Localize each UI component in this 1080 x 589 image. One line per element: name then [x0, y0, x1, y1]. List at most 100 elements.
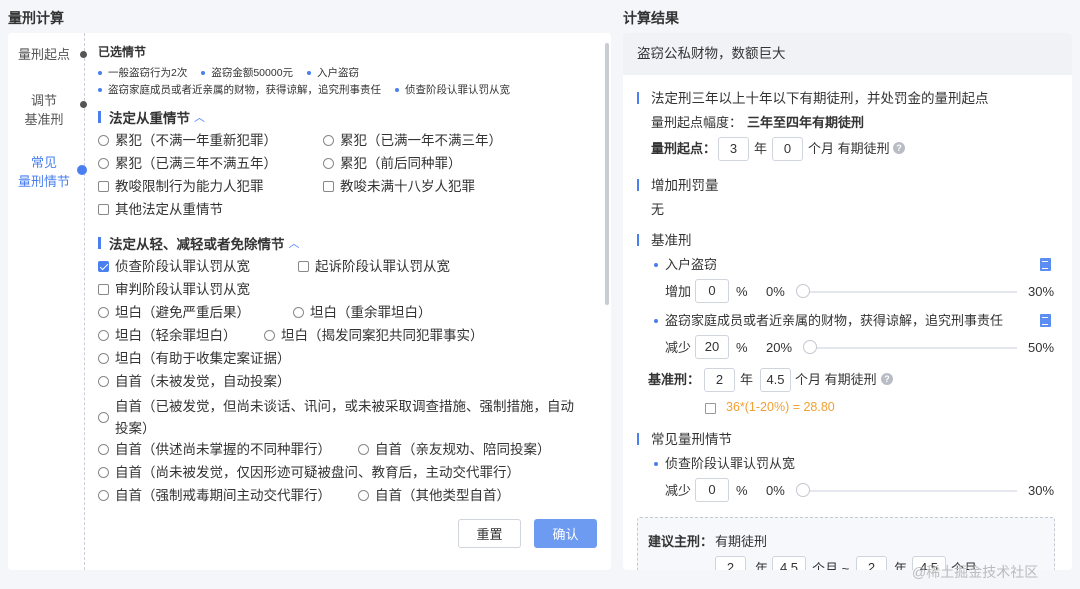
option-label: 自首（尚未被发觉，仅因形迹可疑被盘问、教育后，主动交代罪行） — [115, 465, 520, 480]
option-radio[interactable]: 自首（已被发觉，但尚未谈话、讯问，或未被采取调查措施、强制措施，自动投案） — [98, 395, 603, 440]
base-months-input[interactable]: 4.5 — [760, 368, 791, 392]
radio-icon[interactable] — [358, 444, 369, 455]
year-unit: 年 — [740, 372, 754, 387]
slider-knob[interactable] — [796, 284, 810, 298]
radio-icon[interactable] — [98, 353, 109, 364]
radio-icon[interactable] — [98, 307, 109, 318]
checkbox-checked-icon[interactable] — [98, 261, 109, 272]
start-years-input[interactable]: 3 — [718, 137, 749, 161]
option-radio[interactable]: 累犯（不满一年重新犯罪） — [98, 131, 303, 150]
scrollbar[interactable] — [605, 43, 609, 305]
increase-title: 增加刑罚量 — [651, 178, 719, 193]
option-label: 坦白（轻余罪坦白） — [115, 328, 237, 343]
document-icon[interactable] — [1040, 314, 1051, 327]
reset-button[interactable]: 重置 — [458, 519, 521, 548]
circumstances-list: 已选情节 一般盗窃行为2次 盗窃金额50000元 入户盗窃 盗窃家庭成员或者近亲… — [98, 43, 603, 505]
checkbox-icon[interactable] — [323, 181, 334, 192]
help-icon[interactable]: ? — [893, 142, 905, 154]
item3-slider[interactable] — [801, 490, 1017, 492]
start-months-input[interactable]: 0 — [772, 137, 803, 161]
option-radio[interactable]: 坦白（重余罪坦白） — [293, 303, 432, 322]
checkbox-icon[interactable] — [98, 284, 109, 295]
option-radio[interactable]: 坦白（揭发同案犯共同犯罪事实） — [264, 326, 484, 345]
item1-slider[interactable] — [801, 291, 1017, 293]
selected-tag: 侦查阶段认罪认罚从宽 — [395, 83, 510, 97]
slider-knob[interactable] — [796, 483, 810, 497]
option-label: 累犯（已满三年不满五年） — [115, 156, 277, 171]
item2-slider[interactable] — [808, 347, 1017, 349]
option-radio[interactable]: 累犯（已满三年不满五年） — [98, 154, 303, 173]
option-radio[interactable]: 累犯（已满一年不满三年） — [323, 131, 502, 150]
item-percent-input[interactable]: 0 — [695, 478, 729, 502]
month-unit: 个月 有期徒刑 — [795, 372, 877, 387]
checkbox-icon[interactable] — [98, 181, 109, 192]
base-years-input[interactable]: 2 — [704, 368, 735, 392]
item-percent-input[interactable]: 0 — [695, 279, 729, 303]
checkbox-icon[interactable] — [98, 204, 109, 215]
step-start-point[interactable]: 量刑起点 — [8, 45, 80, 64]
option-radio[interactable]: 坦白（避免严重后果） — [98, 303, 273, 322]
chevron-up-icon[interactable]: ︿ — [289, 235, 300, 251]
common-title: 常见量刑情节 — [651, 432, 732, 447]
section-bar — [637, 433, 639, 445]
document-icon[interactable] — [1040, 258, 1051, 271]
radio-icon[interactable] — [98, 135, 109, 146]
radio-icon[interactable] — [98, 330, 109, 341]
option-radio[interactable]: 坦白（有助于收集定案证据） — [98, 349, 291, 368]
radio-icon[interactable] — [358, 490, 369, 501]
radio-icon[interactable] — [98, 158, 109, 169]
section-bar — [637, 179, 639, 191]
suggest-years-max-input[interactable]: 2 — [856, 556, 887, 570]
radio-icon[interactable] — [98, 412, 109, 423]
option-checkbox[interactable]: 其他法定从重情节 — [98, 200, 223, 219]
option-checkbox[interactable]: 教唆限制行为能力人犯罪 — [98, 177, 303, 196]
radio-icon[interactable] — [98, 444, 109, 455]
tag-label: 盗窃金额50000元 — [211, 67, 294, 79]
option-radio[interactable]: 累犯（前后同种罪） — [323, 154, 462, 173]
option-label: 其他法定从重情节 — [115, 202, 223, 217]
suggest-months-min-input[interactable]: 4.5 — [772, 556, 806, 570]
item-label: 入户盗窃 — [665, 257, 718, 272]
option-checkbox[interactable]: 侦查阶段认罪认罚从宽 — [98, 257, 278, 276]
option-radio[interactable]: 自首（供述尚未掌握的不同种罪行） — [98, 440, 338, 459]
step-common-circumstances[interactable]: 常见 量刑情节 — [8, 153, 80, 191]
suggest-years-min-input[interactable]: 2 — [715, 556, 746, 570]
chevron-up-icon[interactable]: ︿ — [194, 109, 205, 125]
item-op: 增加 — [665, 284, 692, 299]
item-op: 减少 — [665, 340, 692, 355]
result-panel: 盗窃公私财物，数额巨大 法定刑三年以上十年以下有期徒刑，并处罚金的量刑起点 量刑… — [623, 33, 1072, 570]
radio-icon[interactable] — [323, 135, 334, 146]
radio-icon[interactable] — [98, 490, 109, 501]
slider-knob[interactable] — [803, 340, 817, 354]
option-radio[interactable]: 自首（亲友规劝、陪同投案） — [358, 440, 551, 459]
option-radio[interactable]: 坦白（轻余罪坦白） — [98, 326, 244, 345]
confirm-button[interactable]: 确认 — [534, 519, 597, 548]
radio-icon[interactable] — [98, 467, 109, 478]
watermark: @稀土掘金技术社区 — [912, 564, 1039, 580]
option-label: 累犯（前后同种罪） — [340, 156, 462, 171]
item-percent-input[interactable]: 20 — [695, 335, 729, 359]
selected-tags: 一般盗窃行为2次 盗窃金额50000元 入户盗窃 盗窃家庭成员或者近亲属的财物，… — [98, 66, 603, 97]
radio-icon[interactable] — [98, 376, 109, 387]
option-checkbox[interactable]: 起诉阶段认罪认罚从宽 — [298, 257, 450, 276]
step-adjust-base[interactable]: 调节 基准刑 — [8, 91, 80, 129]
range-value: 三年至四年有期徒刑 — [747, 115, 865, 130]
option-label: 自首（其他类型自首） — [375, 488, 510, 503]
radio-icon[interactable] — [264, 330, 275, 341]
option-radio[interactable]: 自首（其他类型自首） — [358, 486, 510, 505]
option-checkbox[interactable]: 审判阶段认罪认罚从宽 — [98, 280, 250, 299]
help-icon[interactable]: ? — [881, 373, 893, 385]
radio-icon[interactable] — [323, 158, 334, 169]
option-label: 起诉阶段认罪认罚从宽 — [315, 259, 450, 274]
bullet — [654, 462, 658, 466]
option-radio[interactable]: 自首（强制戒毒期间主动交代罪行） — [98, 486, 338, 505]
base-label: 基准刑： — [648, 372, 701, 387]
group-aggravating-header[interactable]: 法定从重情节 ︿ — [98, 107, 603, 127]
option-checkbox[interactable]: 教唆未满十八岁人犯罪 — [323, 177, 475, 196]
option-radio[interactable]: 自首（未被发觉，自动投案） — [98, 372, 291, 391]
option-radio[interactable]: 自首（尚未被发觉，仅因形迹可疑被盘问、教育后，主动交代罪行） — [98, 463, 520, 482]
checkbox-icon[interactable] — [298, 261, 309, 272]
group-mitigating-header[interactable]: 法定从轻、减轻或者免除情节 ︿ — [98, 233, 603, 253]
calc-section-title: 量刑计算 — [8, 10, 64, 26]
radio-icon[interactable] — [293, 307, 304, 318]
